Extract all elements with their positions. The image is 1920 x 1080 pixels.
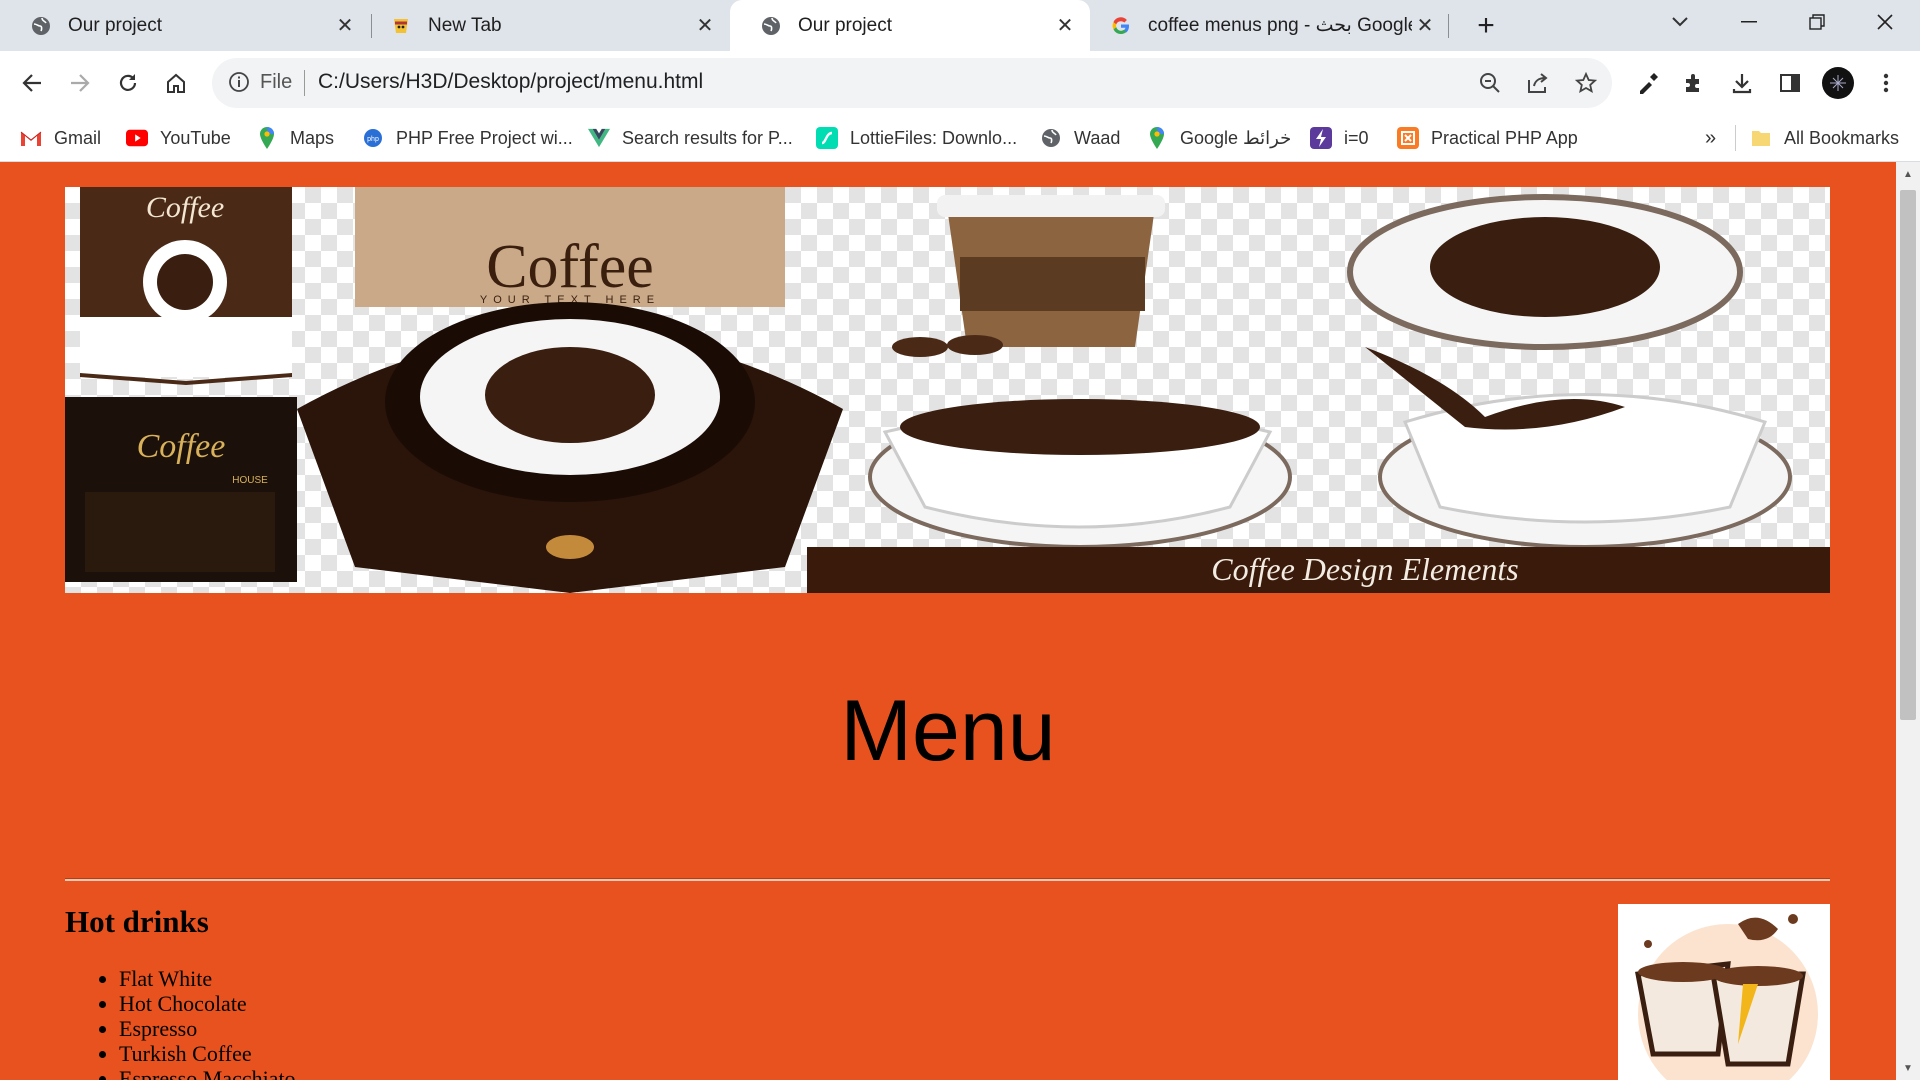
address-bar[interactable]: File C:/Users/H3D/Desktop/project/menu.h…	[212, 58, 1612, 108]
scheme-label: File	[260, 71, 293, 93]
banner-brand-text-2: Coffee	[137, 428, 226, 465]
bookmark-google-maps-ar[interactable]: Google خرائط	[1146, 124, 1291, 152]
tab-our-project-1[interactable]: Our project ✕	[0, 0, 370, 51]
bookmark-php-free-project[interactable]: php PHP Free Project wi...	[362, 124, 573, 152]
banner-house-text: HOUSE	[232, 475, 268, 486]
zoom-out-icon[interactable]	[1474, 67, 1506, 99]
php-icon: php	[362, 127, 384, 149]
browser-toolbar: File C:/Users/H3D/Desktop/project/menu.h…	[0, 51, 1920, 115]
back-button[interactable]	[10, 61, 54, 105]
bookmark-i0[interactable]: i=0	[1310, 124, 1369, 152]
divider	[65, 878, 1830, 881]
vue-icon	[588, 127, 610, 149]
side-panel-icon[interactable]	[1768, 61, 1812, 105]
all-bookmarks-button[interactable]: All Bookmarks	[1750, 124, 1899, 152]
svg-text:php: php	[367, 136, 379, 143]
banner-brand-text-1: Coffee	[146, 191, 224, 224]
home-button[interactable]	[154, 61, 198, 105]
tab-title: Our project	[798, 14, 892, 36]
bookmark-waad[interactable]: Waad	[1040, 124, 1120, 152]
list-item: Turkish Coffee	[119, 1041, 296, 1066]
star-icon[interactable]	[1570, 67, 1602, 99]
maps-icon	[256, 127, 278, 149]
bookmark-maps[interactable]: Maps	[256, 124, 334, 152]
google-icon	[1110, 15, 1132, 37]
forward-button[interactable]	[58, 61, 102, 105]
bookmark-label: PHP Free Project wi...	[396, 127, 573, 148]
bookmarks-overflow-button[interactable]: »	[1705, 124, 1716, 152]
globe-icon	[30, 15, 52, 37]
newtab-cup-icon	[390, 15, 412, 37]
close-icon[interactable]: ✕	[692, 13, 718, 39]
tab-title: Our project	[68, 14, 162, 36]
bookmark-practical-php[interactable]: Practical PHP App	[1397, 124, 1578, 152]
list-item: Hot Chocolate	[119, 991, 296, 1016]
youtube-icon	[126, 127, 148, 149]
tab-search-chevron-icon[interactable]	[1645, 0, 1715, 44]
xampp-icon	[1397, 127, 1419, 149]
bookmark-lottiefiles[interactable]: LottieFiles: Downlo...	[816, 124, 1017, 152]
info-icon[interactable]	[228, 71, 250, 98]
tab-our-project-active[interactable]: Our project ✕	[730, 0, 1090, 51]
bookmark-label: Maps	[290, 127, 335, 148]
banner-coffee-title: Coffee	[486, 233, 654, 301]
scroll-up-arrow-icon[interactable]: ▲	[1896, 162, 1920, 186]
section-title-hot-drinks: Hot drinks	[65, 904, 209, 939]
gmail-icon	[20, 127, 42, 149]
bookmarks-bar: Gmail YouTube Maps php PHP Free Project …	[0, 115, 1920, 162]
tab-strip: Our project ✕ New Tab ✕ Our project ✕ co…	[0, 0, 1920, 51]
url-text[interactable]: C:/Users/H3D/Desktop/project/menu.html	[318, 70, 703, 94]
page-title: Menu	[840, 683, 1056, 779]
list-item: Espresso	[119, 1016, 296, 1041]
scroll-thumb[interactable]	[1900, 190, 1916, 720]
folder-icon	[1750, 127, 1772, 149]
bookmark-label: Practical PHP App	[1431, 127, 1578, 148]
list-item: Flat White	[119, 966, 296, 991]
download-icon[interactable]	[1720, 61, 1764, 105]
coffee-cups-illustration	[1618, 904, 1830, 1080]
eyedropper-icon[interactable]	[1626, 61, 1670, 105]
bookmark-search-results[interactable]: Search results for P...	[588, 124, 793, 152]
minimize-button[interactable]	[1714, 0, 1784, 44]
close-window-button[interactable]	[1850, 0, 1920, 44]
bookmark-label: Gmail	[54, 127, 102, 148]
restore-button[interactable]	[1782, 0, 1852, 44]
bookmark-label: YouTube	[160, 127, 231, 148]
bookmark-label: i=0	[1344, 127, 1369, 148]
bookmark-label: Google خرائط	[1180, 127, 1292, 148]
list-item: Espresso Macchiato	[119, 1066, 296, 1080]
maps-icon	[1146, 127, 1168, 149]
extensions-icon[interactable]	[1672, 61, 1716, 105]
bookmark-gmail[interactable]: Gmail	[20, 124, 101, 152]
close-icon[interactable]: ✕	[1052, 13, 1078, 39]
bolt-icon	[1310, 127, 1332, 149]
scroll-down-arrow-icon[interactable]: ▼	[1896, 1056, 1920, 1080]
bookmark-youtube[interactable]: YouTube	[126, 124, 231, 152]
new-tab-button[interactable]: +	[1466, 6, 1506, 46]
share-icon[interactable]	[1522, 67, 1554, 99]
reload-button[interactable]	[106, 61, 150, 105]
bookmark-label: Search results for P...	[622, 127, 793, 148]
tab-title: coffee menus png - بحث Google	[1148, 15, 1412, 36]
globe-icon	[1040, 127, 1062, 149]
coffee-banner-image: Coffee Coffee HOUSE Coffee YOUR TEXT HER…	[65, 187, 1830, 593]
close-icon[interactable]: ✕	[1412, 13, 1438, 39]
tab-title: New Tab	[428, 14, 502, 36]
menu-kebab-icon[interactable]	[1864, 61, 1908, 105]
lottie-icon	[816, 127, 838, 149]
tab-new-tab[interactable]: New Tab ✕	[360, 0, 730, 51]
tab-google-search[interactable]: coffee menus png - بحث Google ✕	[1080, 0, 1450, 51]
bookmark-label: Waad	[1074, 127, 1121, 148]
globe-icon	[760, 15, 782, 37]
hot-drinks-list: Flat White Hot Chocolate Espresso Turkis…	[65, 966, 296, 1080]
page-scrollbar[interactable]: ▲ ▼	[1896, 162, 1920, 1080]
profile-avatar[interactable]	[1816, 61, 1860, 105]
all-bookmarks-label: All Bookmarks	[1784, 127, 1900, 148]
banner-caption-text: Coffee Design Elements	[1211, 551, 1518, 587]
page-content: Coffee Coffee HOUSE Coffee YOUR TEXT HER…	[0, 162, 1896, 1080]
bookmark-label: LottieFiles: Downlo...	[850, 127, 1018, 148]
close-icon[interactable]: ✕	[332, 13, 358, 39]
